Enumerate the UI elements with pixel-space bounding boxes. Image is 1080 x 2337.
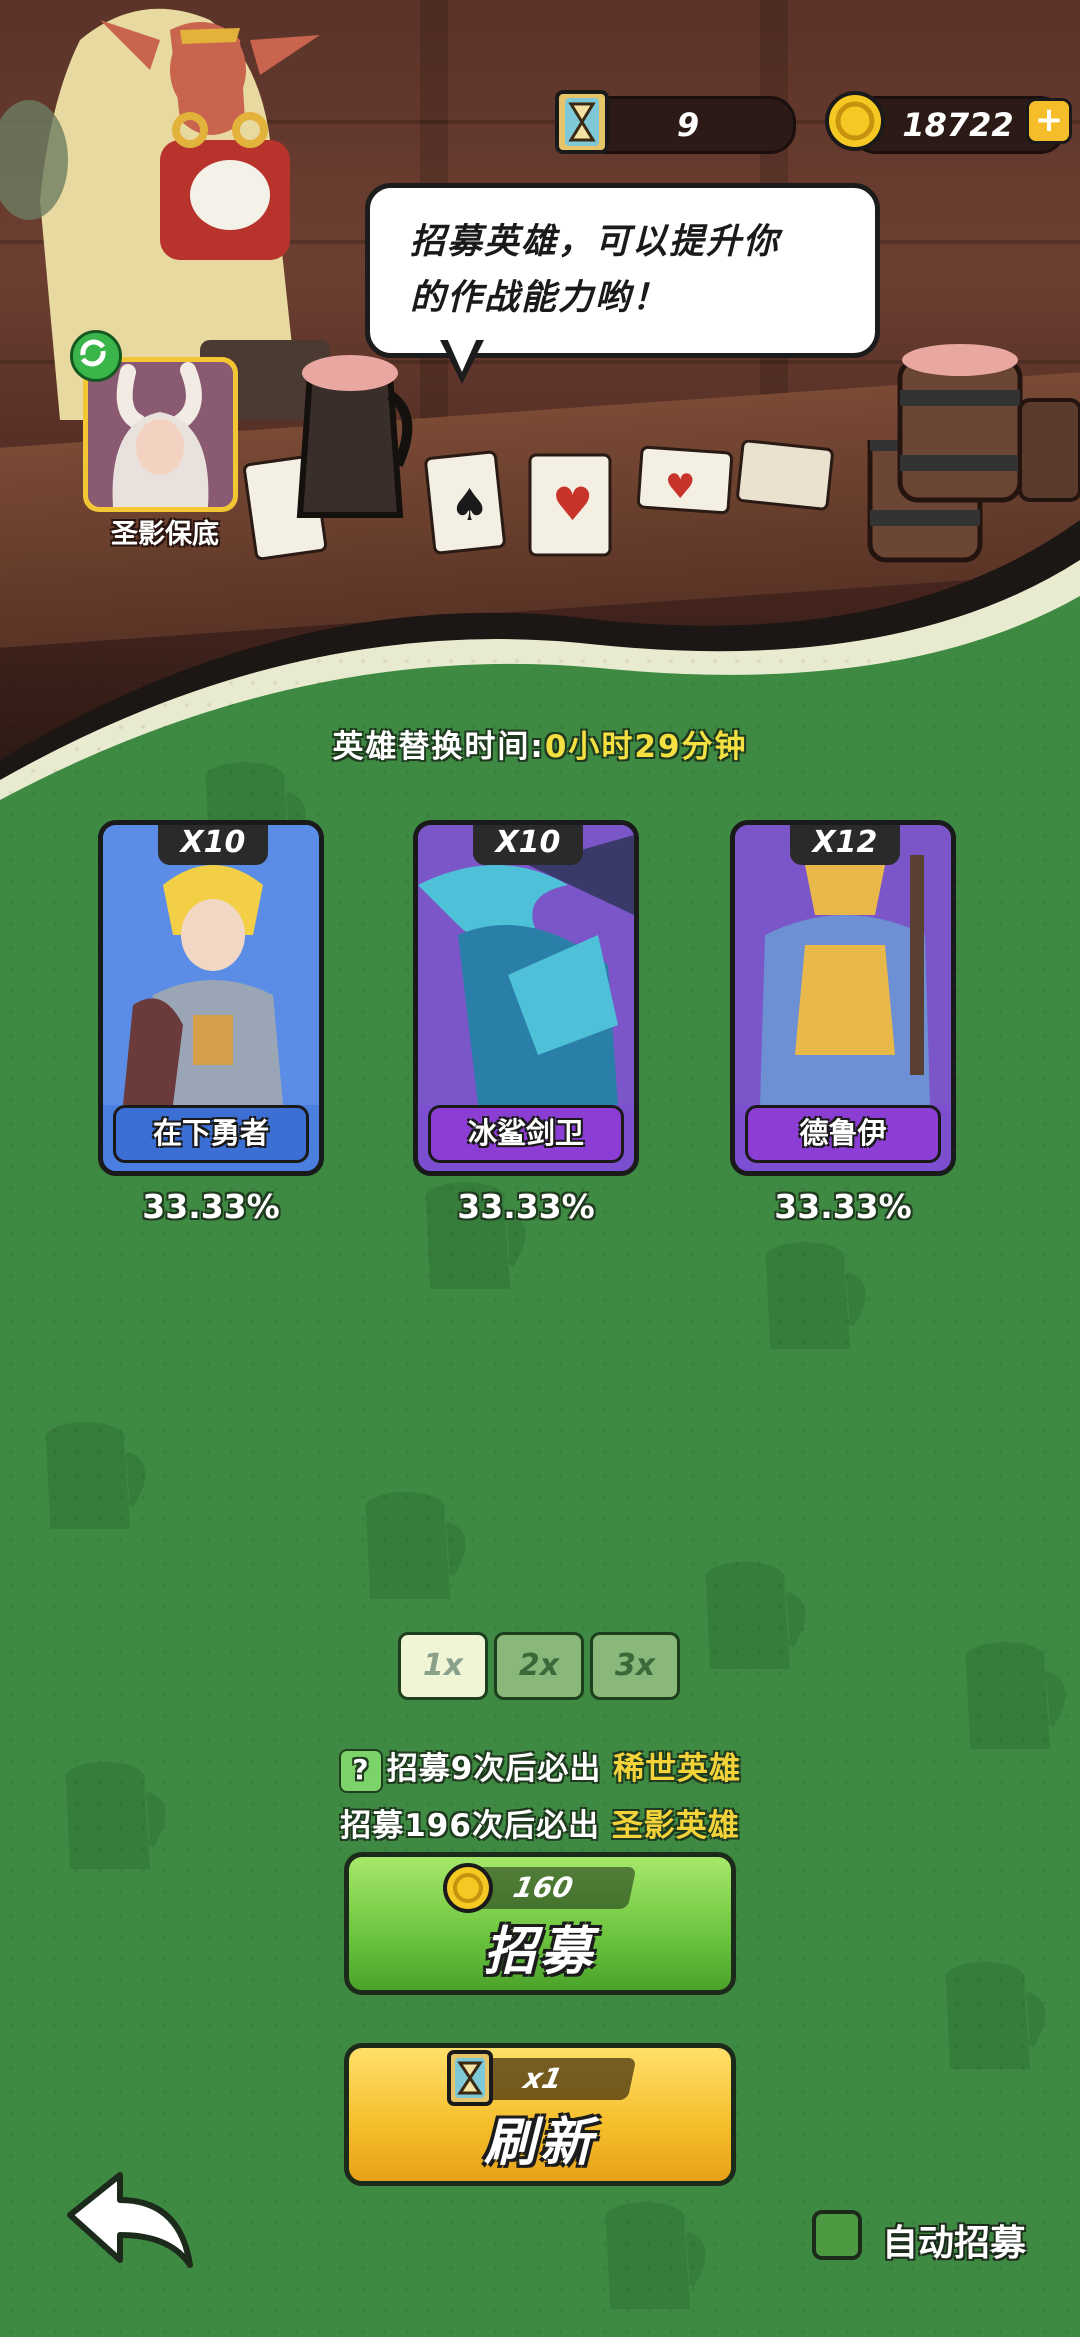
refresh-button[interactable]: x1 刷新	[344, 2043, 736, 2186]
hero-card-qty: X10	[158, 825, 268, 865]
recruit-label: 招募	[483, 1922, 596, 1982]
speech-line-1: 招募英雄，可以提升你	[410, 222, 781, 262]
gold-coin-icon	[443, 1863, 493, 1913]
mug-watermark	[765, 1242, 866, 1349]
hourglass-icon	[447, 2050, 493, 2106]
multiplier-2x-button[interactable]: 2x	[494, 1632, 584, 1700]
pity-holy-prefix: 招募196次后必出	[340, 1808, 600, 1844]
hero-card-2[interactable]: X10 冰鲨剑卫	[413, 820, 639, 1176]
hero-card-qty: X10	[473, 825, 583, 865]
hero-card-name: 冰鲨剑卫	[428, 1105, 624, 1163]
hourglass-count: 9	[676, 106, 700, 144]
guarantee-hero-art	[88, 362, 233, 507]
pity-holy-highlight: 圣影英雄	[611, 1808, 740, 1844]
pity-hint-holy: 招募196次后必出 圣影英雄	[0, 1800, 1080, 1845]
recruit-button[interactable]: 160 招募	[344, 1852, 736, 1995]
multiplier-3x-button[interactable]: 3x	[590, 1632, 680, 1700]
hero-chance-2: 33.33%	[457, 1187, 595, 1226]
hero-chance-1: 33.33%	[142, 1187, 280, 1226]
pity-hint-rare: ? 招募9次后必出 稀世英雄	[0, 1743, 1080, 1793]
hero-card-1[interactable]: X10 在下勇者	[98, 820, 324, 1176]
speech-text: 招募英雄，可以提升你 的作战能力哟！	[410, 214, 840, 326]
mug-watermark	[365, 1492, 466, 1599]
hero-card-name: 在下勇者	[113, 1105, 309, 1163]
timer-value: 0小时29分钟	[544, 729, 748, 765]
hero-card-name: 德鲁伊	[745, 1105, 941, 1163]
hero-card-3[interactable]: X12 德鲁伊	[730, 820, 956, 1176]
hero-ice-shark-portrait	[418, 825, 634, 1105]
multiplier-1x-button[interactable]: 1x	[398, 1632, 488, 1700]
speech-bubble: 招募英雄，可以提升你 的作战能力哟！	[365, 183, 880, 358]
pity-rare-prefix: 招募9次后必出	[386, 1751, 602, 1787]
guarantee-hero-portrait[interactable]	[83, 357, 238, 512]
gold-count: 18722	[902, 106, 1014, 144]
back-arrow-icon[interactable]	[60, 2165, 200, 2275]
add-gold-plus-icon: +	[1034, 100, 1064, 140]
speech-line-2: 的作战能力哟！	[410, 278, 670, 318]
bunny-hero-icon	[88, 362, 233, 507]
mug-watermark	[45, 1422, 146, 1529]
auto-recruit-checkbox[interactable]	[812, 2210, 862, 2260]
barrel	[897, 344, 1080, 503]
mug-watermark	[965, 1642, 1066, 1749]
mug-watermark	[605, 2202, 706, 2309]
pity-rare-highlight: 稀世英雄	[613, 1751, 742, 1787]
mug-watermark	[945, 1962, 1046, 2069]
hourglass-counter: 9	[580, 96, 796, 154]
hero-brave-portrait	[103, 825, 319, 1105]
refresh-label: 刷新	[483, 2113, 596, 2173]
mug-watermark	[705, 1562, 806, 1669]
hourglass-icon	[555, 90, 609, 154]
hero-rotation-timer: 英雄替换时间:0小时29分钟	[0, 721, 1080, 766]
hero-chance-3: 33.33%	[774, 1187, 912, 1226]
timer-label: 英雄替换时间:	[332, 729, 545, 765]
add-gold-button[interactable]: +	[1026, 98, 1072, 144]
hero-druid-portrait	[735, 825, 951, 1105]
refresh-cycle-icon	[70, 330, 122, 382]
auto-recruit-label: 自动招募	[882, 2223, 1027, 2264]
hero-card-qty: X12	[790, 825, 900, 865]
gold-coin-icon	[825, 91, 885, 151]
help-question-icon[interactable]: ?	[338, 1748, 383, 1793]
speech-bubble-tail-inner	[446, 336, 478, 372]
